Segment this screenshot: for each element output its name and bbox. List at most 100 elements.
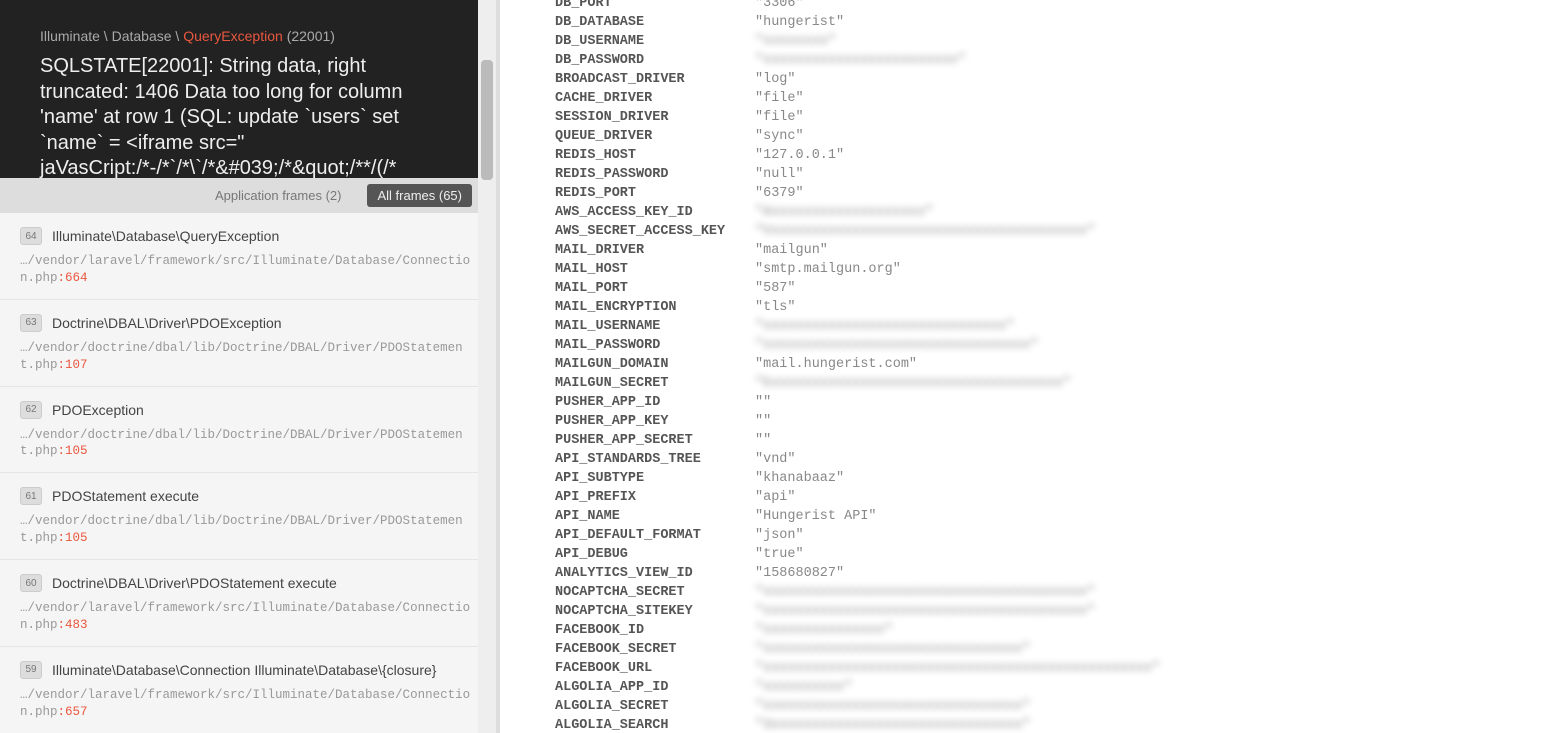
env-value: "" bbox=[755, 393, 1160, 412]
env-value: "mail.hungerist.com" bbox=[755, 355, 1160, 374]
frame-name: Doctrine\DBAL\Driver\PDOStatement execut… bbox=[52, 575, 337, 591]
env-row: QUEUE_DRIVER"sync" bbox=[555, 127, 1160, 146]
env-key: API_SUBTYPE bbox=[555, 469, 755, 488]
env-row: FACEBOOK_ID"xxxxxxxxxxxxxxx" bbox=[555, 621, 1160, 640]
env-row: BROADCAST_DRIVER"log" bbox=[555, 70, 1160, 89]
env-value: "xxxxxxxxxxxxxxxxxxxxxxxxxxxxxxxx" bbox=[755, 640, 1160, 659]
stack-frame[interactable]: 60 Doctrine\DBAL\Driver\PDOStatement exec… bbox=[0, 560, 496, 647]
env-row: API_NAME"Hungerist API" bbox=[555, 507, 1160, 526]
environment-panel: DB_PORT"3306"DB_DATABASE"hungerist"DB_US… bbox=[500, 0, 1550, 733]
env-row: REDIS_PASSWORD"null" bbox=[555, 165, 1160, 184]
env-value: "6379" bbox=[755, 184, 1160, 203]
env-value: "158680827" bbox=[755, 564, 1160, 583]
env-key: MAIL_ENCRYPTION bbox=[555, 298, 755, 317]
env-value: "xxxxxxxxxxxxxxxxxxxxxxxxxxxxxxxx" bbox=[755, 697, 1160, 716]
env-key: ANALYTICS_VIEW_ID bbox=[555, 564, 755, 583]
env-value: "file" bbox=[755, 108, 1160, 127]
env-key: NOCAPTCHA_SITEKEY bbox=[555, 602, 755, 621]
env-row: FACEBOOK_SECRET"xxxxxxxxxxxxxxxxxxxxxxxx… bbox=[555, 640, 1160, 659]
env-key: FACEBOOK_SECRET bbox=[555, 640, 755, 659]
env-value: "file" bbox=[755, 89, 1160, 108]
env-value: "xxxxxxxxxxxxxxxxxxxxxxxxxxxxxx" bbox=[755, 317, 1160, 336]
tab-all-frames[interactable]: All frames (65) bbox=[367, 184, 472, 207]
env-key: DB_PORT bbox=[555, 0, 755, 13]
env-value: "Vxxxxxxxxxxxxxxxxxxxxxxxxxxxxxxxxxxxxxx… bbox=[755, 222, 1160, 241]
env-value: "hungerist" bbox=[755, 13, 1160, 32]
env-row: MAIL_USERNAME"xxxxxxxxxxxxxxxxxxxxxxxxxx… bbox=[555, 317, 1160, 336]
env-value: "587" bbox=[755, 279, 1160, 298]
frame-number: 59 bbox=[20, 661, 42, 679]
env-table: DB_PORT"3306"DB_DATABASE"hungerist"DB_US… bbox=[555, 0, 1160, 733]
env-key: MAIL_PASSWORD bbox=[555, 336, 755, 355]
env-key: ALGOLIA_SECRET bbox=[555, 697, 755, 716]
frame-tabs: Application frames (2) All frames (65) bbox=[0, 178, 496, 213]
env-key: DB_USERNAME bbox=[555, 32, 755, 51]
stack-frame[interactable]: 61PDOStatement execute…/vendor/doctrine/… bbox=[0, 473, 496, 560]
stack-frame[interactable]: 62PDOException…/vendor/doctrine/dbal/lib… bbox=[0, 387, 496, 474]
frame-name: PDOStatement execute bbox=[52, 488, 199, 504]
stack-frame[interactable]: 64Illuminate\Database\QueryException…/ve… bbox=[0, 213, 496, 300]
env-row: NOCAPTCHA_SITEKEY"xxxxxxxxxxxxxxxxxxxxxx… bbox=[555, 602, 1160, 621]
env-row: DB_DATABASE"hungerist" bbox=[555, 13, 1160, 32]
env-row: SESSION_DRIVER"file" bbox=[555, 108, 1160, 127]
env-key: MAILGUN_DOMAIN bbox=[555, 355, 755, 374]
env-value: "json" bbox=[755, 526, 1160, 545]
env-value: "xxxxxxxxxxxxxxxxxxxxxxxxxxxxxxxxx" bbox=[755, 336, 1160, 355]
env-value: "khanabaaz" bbox=[755, 469, 1160, 488]
env-value: "xxxxxxxx" bbox=[755, 32, 1160, 51]
frame-number: 60 bbox=[20, 574, 42, 592]
env-key: MAIL_USERNAME bbox=[555, 317, 755, 336]
frame-path: …/vendor/doctrine/dbal/lib/Doctrine/DBAL… bbox=[20, 513, 476, 547]
env-row: ALGOLIA_APP_ID"xxxxxxxxxx" bbox=[555, 678, 1160, 697]
env-key: BROADCAST_DRIVER bbox=[555, 70, 755, 89]
env-row: MAIL_HOST"smtp.mailgun.org" bbox=[555, 260, 1160, 279]
env-row: PUSHER_APP_ID"" bbox=[555, 393, 1160, 412]
env-value: "xxxxxxxxxxxxxxx" bbox=[755, 621, 1160, 640]
env-key: REDIS_HOST bbox=[555, 146, 755, 165]
env-value: "" bbox=[755, 412, 1160, 431]
frame-number: 62 bbox=[20, 401, 42, 419]
env-value: "xxxxxxxxxx" bbox=[755, 678, 1160, 697]
frame-number: 63 bbox=[20, 314, 42, 332]
env-key: FACEBOOK_URL bbox=[555, 659, 755, 678]
env-key: PUSHER_APP_KEY bbox=[555, 412, 755, 431]
env-value: "xxxxxxxxxxxxxxxxxxxxxxxxxxxxxxxxxxxxxxx… bbox=[755, 583, 1160, 602]
env-row: DB_PASSWORD"xxxxxxxxxxxxxxxxxxxxxxxx" bbox=[555, 51, 1160, 70]
env-key: PUSHER_APP_ID bbox=[555, 393, 755, 412]
stack-trace-panel: Illuminate \ Database \ QueryException (… bbox=[0, 0, 500, 733]
env-value: "log" bbox=[755, 70, 1160, 89]
env-key: DB_PASSWORD bbox=[555, 51, 755, 70]
env-key: QUEUE_DRIVER bbox=[555, 127, 755, 146]
env-row: API_PREFIX"api" bbox=[555, 488, 1160, 507]
env-value: "xxxxxxxxxxxxxxxxxxxxxxxxxxxxxxxxxxxxxxx… bbox=[755, 659, 1160, 678]
env-row: NOCAPTCHA_SECRET"xxxxxxxxxxxxxxxxxxxxxxx… bbox=[555, 583, 1160, 602]
left-scrollbar[interactable] bbox=[478, 0, 496, 733]
env-value: "" bbox=[755, 431, 1160, 450]
env-key: FACEBOOK_ID bbox=[555, 621, 755, 640]
env-value: "sync" bbox=[755, 127, 1160, 146]
tab-application-frames[interactable]: Application frames (2) bbox=[205, 184, 351, 207]
stack-frame[interactable]: 59Illuminate\Database\Connection Illumin… bbox=[0, 647, 496, 733]
env-row: REDIS_HOST"127.0.0.1" bbox=[555, 146, 1160, 165]
stack-frame[interactable]: 63Doctrine\DBAL\Driver\PDOException…/ven… bbox=[0, 300, 496, 387]
env-value: "xxxxxxxxxxxxxxxxxxxxxxxxxxxxxxxxxxxxxxx… bbox=[755, 602, 1160, 621]
env-row: MAILGUN_DOMAIN"mail.hungerist.com" bbox=[555, 355, 1160, 374]
env-key: API_PREFIX bbox=[555, 488, 755, 507]
error-header: Illuminate \ Database \ QueryException (… bbox=[0, 0, 496, 178]
env-value: "smtp.mailgun.org" bbox=[755, 260, 1160, 279]
env-row: ALGOLIA_SEARCH"3xxxxxxxxxxxxxxxxxxxxxxxx… bbox=[555, 716, 1160, 733]
env-key: MAIL_DRIVER bbox=[555, 241, 755, 260]
env-value: "Axxxxxxxxxxxxxxxxxxx" bbox=[755, 203, 1160, 222]
env-value: "127.0.0.1" bbox=[755, 146, 1160, 165]
env-key: ALGOLIA_APP_ID bbox=[555, 678, 755, 697]
env-key: PUSHER_APP_SECRET bbox=[555, 431, 755, 450]
env-value: "mailgun" bbox=[755, 241, 1160, 260]
frame-number: 64 bbox=[20, 227, 42, 245]
env-key: API_DEBUG bbox=[555, 545, 755, 564]
env-row: MAIL_PASSWORD"xxxxxxxxxxxxxxxxxxxxxxxxxx… bbox=[555, 336, 1160, 355]
exception-namespace: Illuminate \ Database \ bbox=[40, 28, 183, 44]
env-row: FACEBOOK_URL"xxxxxxxxxxxxxxxxxxxxxxxxxxx… bbox=[555, 659, 1160, 678]
env-row: API_STANDARDS_TREE"vnd" bbox=[555, 450, 1160, 469]
env-row: AWS_ACCESS_KEY_ID"Axxxxxxxxxxxxxxxxxxx" bbox=[555, 203, 1160, 222]
env-row: REDIS_PORT"6379" bbox=[555, 184, 1160, 203]
